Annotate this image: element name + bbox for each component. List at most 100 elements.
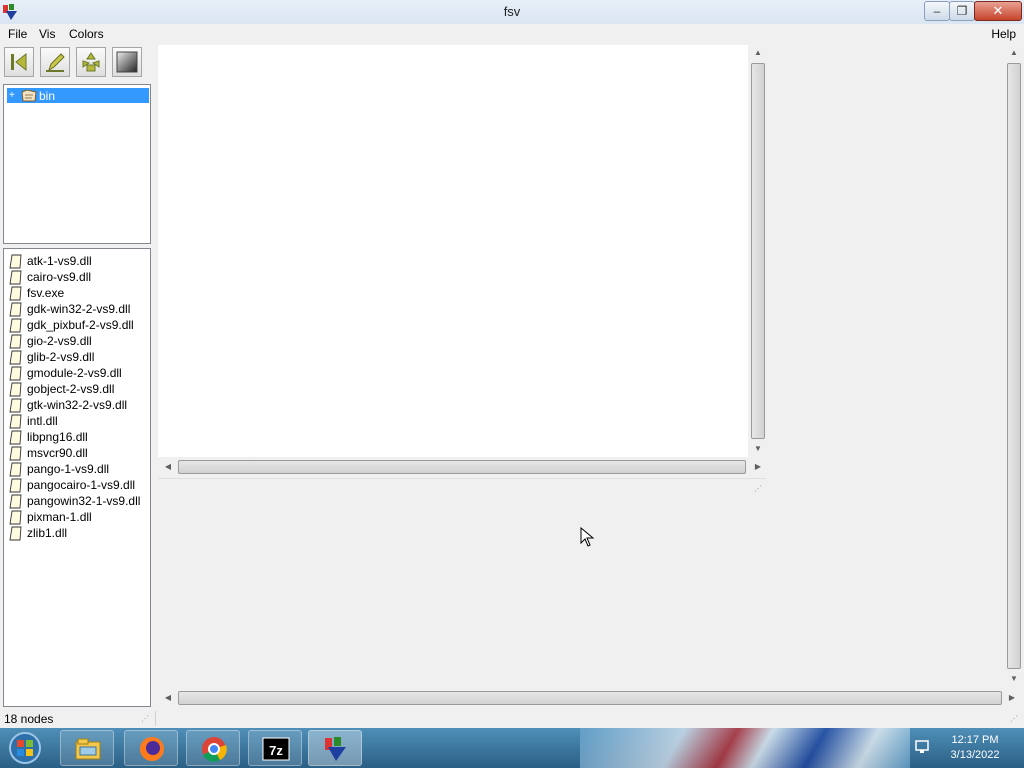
network-icon[interactable] xyxy=(914,739,932,755)
file-icon xyxy=(9,286,22,301)
menu-bar: File Vis Colors Help xyxy=(0,24,1024,44)
7zip-label: 7z xyxy=(269,743,283,758)
file-list-item[interactable]: gobject-2-vs9.dll xyxy=(8,381,148,397)
file-name: zlib1.dll xyxy=(27,526,68,540)
window-horizontal-scrollbar[interactable]: ◀ ▶ xyxy=(158,690,1022,706)
file-name: pangocairo-1-vs9.dll xyxy=(27,478,136,492)
resize-grip-icon[interactable]: ⋰ xyxy=(141,714,151,724)
file-icon xyxy=(9,318,22,333)
file-name: cairo-vs9.dll xyxy=(27,270,92,284)
tree-label: bin xyxy=(39,89,56,103)
file-list-item[interactable]: gtk-win32-2-vs9.dll xyxy=(8,397,148,413)
file-list-item[interactable]: atk-1-vs9.dll xyxy=(8,253,148,269)
file-list-item[interactable]: fsv.exe xyxy=(8,285,148,301)
system-clock[interactable]: 12:17 PM 3/13/2022 xyxy=(940,733,1010,763)
file-icon xyxy=(9,446,22,461)
wallpaper-peek xyxy=(580,728,910,768)
resize-grip-icon[interactable]: ⋰ xyxy=(1010,714,1020,724)
start-button[interactable] xyxy=(6,731,44,765)
menu-vis[interactable]: Vis xyxy=(39,27,55,41)
scroll-thumb[interactable] xyxy=(751,63,765,439)
file-list-item[interactable]: msvcr90.dll xyxy=(8,445,148,461)
scroll-down-arrow-icon[interactable]: ▼ xyxy=(1006,671,1022,687)
file-icon xyxy=(9,302,22,317)
file-name: pangowin32-1-vs9.dll xyxy=(27,494,141,508)
close-button[interactable]: ✕ xyxy=(974,1,1022,21)
file-icon xyxy=(9,398,22,413)
file-icon xyxy=(9,462,22,477)
file-list-item[interactable]: libpng16.dll xyxy=(8,429,148,445)
edit-button[interactable] xyxy=(40,47,70,77)
scroll-up-arrow-icon[interactable]: ▲ xyxy=(1006,45,1022,61)
maximize-button[interactable]: ❐ xyxy=(949,1,975,21)
file-list-item[interactable]: gmodule-2-vs9.dll xyxy=(8,365,148,381)
taskbar-fsv[interactable] xyxy=(308,730,362,766)
scroll-right-arrow-icon[interactable]: ▶ xyxy=(750,459,766,475)
color-setup-button[interactable] xyxy=(112,47,142,77)
tree-item-bin[interactable]: + bin xyxy=(7,88,149,103)
file-name: glib-2-vs9.dll xyxy=(27,350,95,364)
scroll-thumb[interactable] xyxy=(178,460,746,474)
file-icon xyxy=(9,382,22,397)
scroll-up-arrow-icon[interactable]: ▲ xyxy=(750,45,766,61)
scroll-right-arrow-icon[interactable]: ▶ xyxy=(1004,690,1020,706)
scroll-thumb[interactable] xyxy=(1007,63,1021,669)
viewport-vertical-scrollbar[interactable]: ▲ ▼ xyxy=(750,45,766,457)
taskbar-chrome[interactable] xyxy=(186,730,240,766)
file-list-item[interactable]: intl.dll xyxy=(8,413,148,429)
status-divider xyxy=(155,711,156,726)
file-name: gtk-win32-2-vs9.dll xyxy=(27,398,128,412)
firefox-icon xyxy=(140,737,164,761)
file-list-item[interactable]: gio-2-vs9.dll xyxy=(8,333,148,349)
scroll-left-arrow-icon[interactable]: ◀ xyxy=(160,690,176,706)
fsv-icon xyxy=(325,737,346,761)
scroll-thumb[interactable] xyxy=(178,691,1002,705)
file-list-item[interactable]: glib-2-vs9.dll xyxy=(8,349,148,365)
file-list-item[interactable]: cairo-vs9.dll xyxy=(8,269,148,285)
file-icon xyxy=(9,478,22,493)
folder-hand-icon xyxy=(21,89,37,102)
file-list-item[interactable]: gdk_pixbuf-2-vs9.dll xyxy=(8,317,148,333)
file-icon xyxy=(9,430,22,445)
back-to-root-button[interactable] xyxy=(4,47,34,77)
viewport-horizontal-scrollbar[interactable]: ◀ ▶ xyxy=(158,459,766,475)
birdseye-view-button[interactable] xyxy=(76,47,106,77)
menu-colors[interactable]: Colors xyxy=(69,27,104,41)
menu-file[interactable]: File xyxy=(8,27,27,41)
file-list-item[interactable]: pixman-1.dll xyxy=(8,509,148,525)
file-icon xyxy=(9,270,22,285)
tree-expander[interactable]: + xyxy=(9,88,19,103)
file-name: gobject-2-vs9.dll xyxy=(27,382,115,396)
taskbar-file-explorer[interactable] xyxy=(60,730,114,766)
directory-tree[interactable]: + bin xyxy=(3,84,151,244)
file-name: atk-1-vs9.dll xyxy=(27,254,92,268)
file-icon xyxy=(9,510,22,525)
file-list[interactable]: atk-1-vs9.dll cairo-vs9.dll fsv.exe gdk-win… xyxy=(3,248,151,707)
scroll-down-arrow-icon[interactable]: ▼ xyxy=(750,441,766,457)
file-name: gdk_pixbuf-2-vs9.dll xyxy=(27,318,134,332)
pencil-icon xyxy=(46,53,65,72)
file-name: fsv.exe xyxy=(27,286,65,300)
window-vertical-scrollbar[interactable]: ▲ ▼ xyxy=(1006,45,1022,687)
menu-help[interactable]: Help xyxy=(991,27,1016,41)
resize-grip-icon[interactable]: ⋰ xyxy=(754,484,764,494)
file-list-item[interactable]: gdk-win32-2-vs9.dll xyxy=(8,301,148,317)
file-list-item[interactable]: pangowin32-1-vs9.dll xyxy=(8,493,148,509)
file-name: intl.dll xyxy=(27,414,58,428)
status-bar: 18 nodes ⋰ ⋰ xyxy=(0,709,1024,728)
screen: fsv – ❐ ✕ File Vis Colors Help + bin atk… xyxy=(0,0,1024,768)
file-name: gio-2-vs9.dll xyxy=(27,334,92,348)
file-icon xyxy=(9,334,22,349)
visualization-canvas[interactable] xyxy=(158,45,748,457)
node-count: 18 nodes xyxy=(4,712,54,726)
file-list-item[interactable]: pangocairo-1-vs9.dll xyxy=(8,477,148,493)
scroll-left-arrow-icon[interactable]: ◀ xyxy=(160,459,176,475)
file-list-item[interactable]: pango-1-vs9.dll xyxy=(8,461,148,477)
restore-icon: ❐ xyxy=(956,4,968,18)
taskbar-7zip[interactable]: 7z xyxy=(248,730,302,766)
title-bar: fsv – ❐ ✕ xyxy=(0,0,1024,24)
minimize-button[interactable]: – xyxy=(924,1,950,21)
back-to-start-icon xyxy=(11,52,27,72)
taskbar-firefox[interactable] xyxy=(124,730,178,766)
file-list-item[interactable]: zlib1.dll xyxy=(8,525,148,541)
